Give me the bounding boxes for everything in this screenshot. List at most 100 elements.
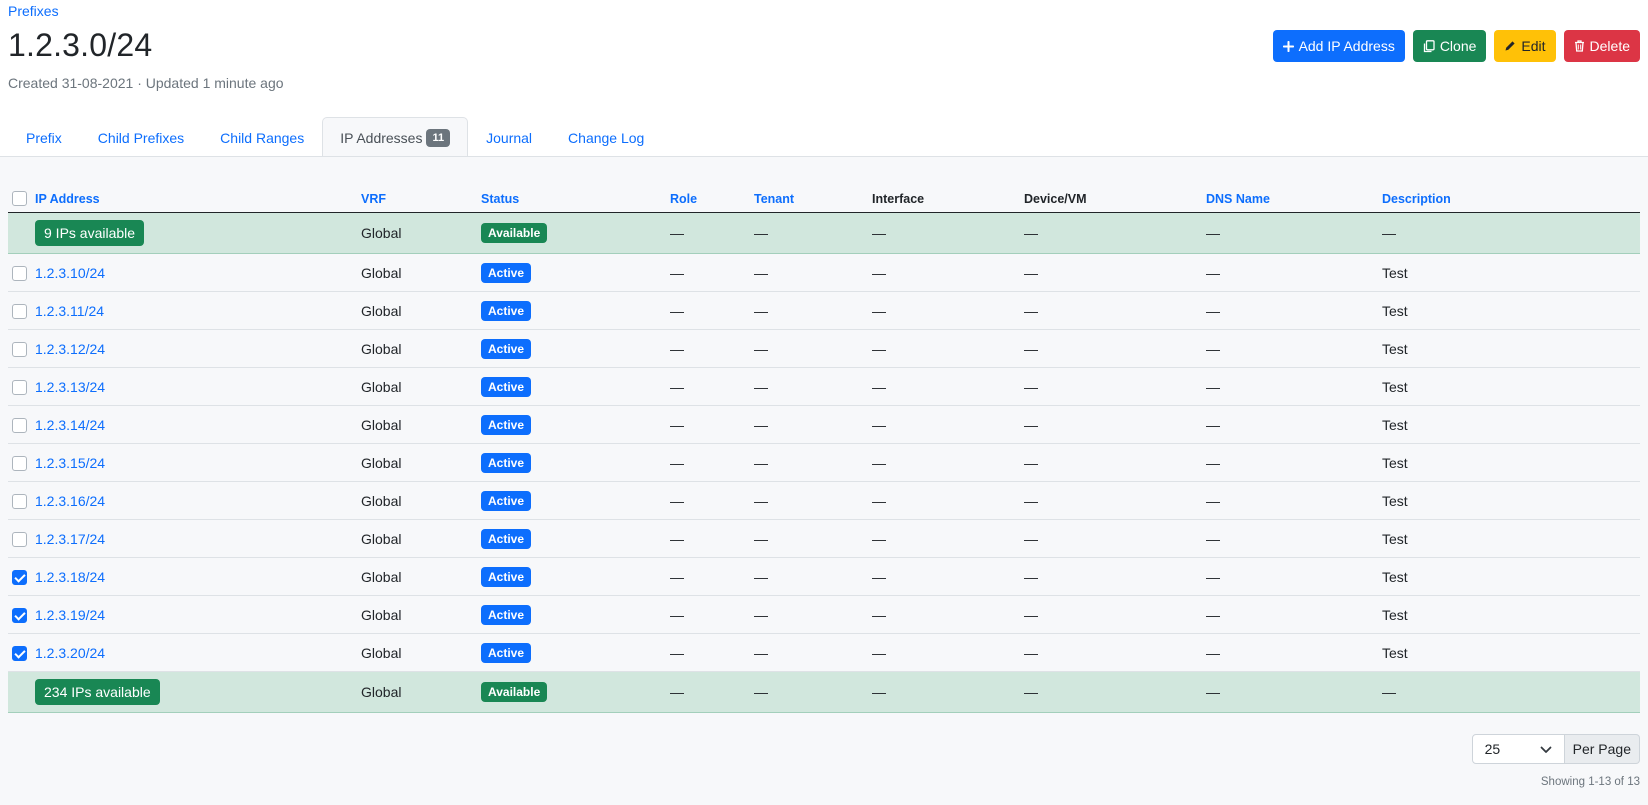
vrf-cell: Global	[361, 595, 481, 634]
vrf-cell: Global	[361, 671, 481, 713]
vrf-cell: Global	[361, 443, 481, 482]
row-checkbox[interactable]	[12, 265, 27, 281]
select-all-checkbox[interactable]	[12, 191, 27, 206]
status-cell: Active	[481, 329, 670, 368]
sort-vrf[interactable]: VRF	[361, 192, 386, 206]
dns-name-cell: —	[1206, 671, 1382, 713]
description-cell: Test	[1382, 633, 1640, 672]
row-checkbox[interactable]	[12, 493, 27, 509]
tenant-cell: —	[754, 291, 872, 330]
interface-cell: —	[872, 557, 1024, 596]
dns-name-cell: —	[1206, 481, 1382, 520]
sort-tenant[interactable]: Tenant	[754, 192, 794, 206]
row-checkbox[interactable]	[12, 417, 27, 433]
sort-ip-address[interactable]: IP Address	[35, 192, 100, 206]
description-cell: Test	[1382, 367, 1640, 406]
vrf-cell: Global	[361, 367, 481, 406]
clone-button[interactable]: Clone	[1412, 30, 1487, 62]
tab-journal[interactable]: Journal	[468, 118, 550, 156]
sort-description[interactable]: Description	[1382, 192, 1451, 206]
device-vm-cell: —	[1024, 291, 1206, 330]
ip-address-link[interactable]: 1.2.3.20/24	[35, 645, 105, 661]
sort-dns-name[interactable]: DNS Name	[1206, 192, 1270, 206]
status-cell: Available	[481, 212, 670, 254]
description-cell: —	[1382, 212, 1640, 254]
status-badge: Active	[481, 490, 532, 511]
device-vm-cell: —	[1024, 329, 1206, 368]
header-ip-address: IP Address	[35, 172, 361, 213]
row-checkbox[interactable]	[12, 303, 27, 319]
edit-label: Edit	[1521, 38, 1546, 54]
device-vm-cell: —	[1024, 212, 1206, 254]
available-ips-badge[interactable]: 9 IPs available	[35, 220, 145, 246]
tab-child-ranges[interactable]: Child Ranges	[202, 118, 322, 156]
tenant-cell: —	[754, 519, 872, 558]
vrf-cell: Global	[361, 481, 481, 520]
status-badge: Active	[481, 452, 532, 473]
available-ips-badge[interactable]: 234 IPs available	[35, 679, 160, 705]
clone-label: Clone	[1439, 38, 1477, 54]
device-vm-cell: —	[1024, 519, 1206, 558]
row-checkbox[interactable]	[12, 379, 27, 395]
sort-role[interactable]: Role	[670, 192, 697, 206]
tab-bar: Prefix Child Prefixes Child Ranges IP Ad…	[8, 117, 662, 157]
row-checkbox[interactable]	[12, 569, 27, 585]
showing-count: Showing 1-13 of 13	[1540, 776, 1640, 788]
dns-name-cell: —	[1206, 329, 1382, 368]
status-badge: Active	[481, 566, 532, 587]
add-ip-address-button[interactable]: Add IP Address	[1272, 30, 1405, 62]
dns-name-cell: —	[1206, 405, 1382, 444]
ip-address-link[interactable]: 1.2.3.18/24	[35, 569, 105, 585]
per-page-value: 25	[1484, 741, 1501, 757]
ip-address-link[interactable]: 1.2.3.13/24	[35, 379, 105, 395]
per-page-select[interactable]: 25	[1471, 734, 1565, 764]
add-ip-address-label: Add IP Address	[1298, 38, 1395, 54]
breadcrumb-prefixes[interactable]: Prefixes	[8, 3, 59, 19]
ip-address-link[interactable]: 1.2.3.17/24	[35, 531, 105, 547]
description-cell: Test	[1382, 557, 1640, 596]
tab-child-prefixes[interactable]: Child Prefixes	[80, 118, 202, 156]
table-row: 1.2.3.10/24 Global Active — — — — — Test	[8, 253, 1640, 292]
status-cell: Active	[481, 557, 670, 596]
sort-status[interactable]: Status	[481, 192, 519, 206]
action-buttons: Add IP Address Clone Edit Delete	[1272, 30, 1640, 62]
status-badge: Active	[481, 528, 532, 549]
pagination-controls: 25 Per Page	[1471, 734, 1640, 764]
tenant-cell: —	[754, 633, 872, 672]
row-checkbox[interactable]	[12, 531, 27, 547]
table-row: 1.2.3.17/24 Global Active — — — — — Test	[8, 519, 1640, 558]
status-cell: Available	[481, 671, 670, 713]
ip-address-link[interactable]: 1.2.3.15/24	[35, 455, 105, 471]
row-checkbox[interactable]	[12, 455, 27, 471]
copy-icon	[1423, 39, 1435, 53]
ip-address-cell: 1.2.3.14/24	[35, 405, 361, 444]
device-vm-cell: —	[1024, 253, 1206, 292]
dns-name-cell: —	[1206, 633, 1382, 672]
tab-prefix[interactable]: Prefix	[8, 118, 80, 156]
table-row: 1.2.3.19/24 Global Active — — — — — Test	[8, 595, 1640, 634]
ip-address-link[interactable]: 1.2.3.16/24	[35, 493, 105, 509]
row-checkbox[interactable]	[12, 645, 27, 661]
ip-address-link[interactable]: 1.2.3.11/24	[35, 303, 104, 319]
vrf-cell: Global	[361, 329, 481, 368]
tab-ip-addresses[interactable]: IP Addresses 11	[322, 117, 469, 157]
row-checkbox[interactable]	[12, 607, 27, 623]
ip-address-table: IP Address VRF Status Role Tenant Interf…	[8, 172, 1640, 713]
description-cell: Test	[1382, 443, 1640, 482]
ip-address-link[interactable]: 1.2.3.10/24	[35, 265, 105, 281]
ip-address-link[interactable]: 1.2.3.19/24	[35, 607, 105, 623]
tab-change-log[interactable]: Change Log	[550, 118, 662, 156]
ip-address-link[interactable]: 1.2.3.14/24	[35, 417, 105, 433]
row-checkbox[interactable]	[12, 341, 27, 357]
interface-cell: —	[872, 253, 1024, 292]
ip-address-cell: 1.2.3.11/24	[35, 291, 361, 330]
ip-address-cell: 1.2.3.19/24	[35, 595, 361, 634]
delete-button[interactable]: Delete	[1563, 30, 1640, 62]
table-row: 1.2.3.11/24 Global Active — — — — — Test	[8, 291, 1640, 330]
edit-button[interactable]: Edit	[1494, 30, 1556, 62]
select-all-cell	[8, 172, 35, 213]
device-vm-cell: —	[1024, 633, 1206, 672]
tenant-cell: —	[754, 595, 872, 634]
status-badge: Active	[481, 376, 532, 397]
ip-address-link[interactable]: 1.2.3.12/24	[35, 341, 105, 357]
